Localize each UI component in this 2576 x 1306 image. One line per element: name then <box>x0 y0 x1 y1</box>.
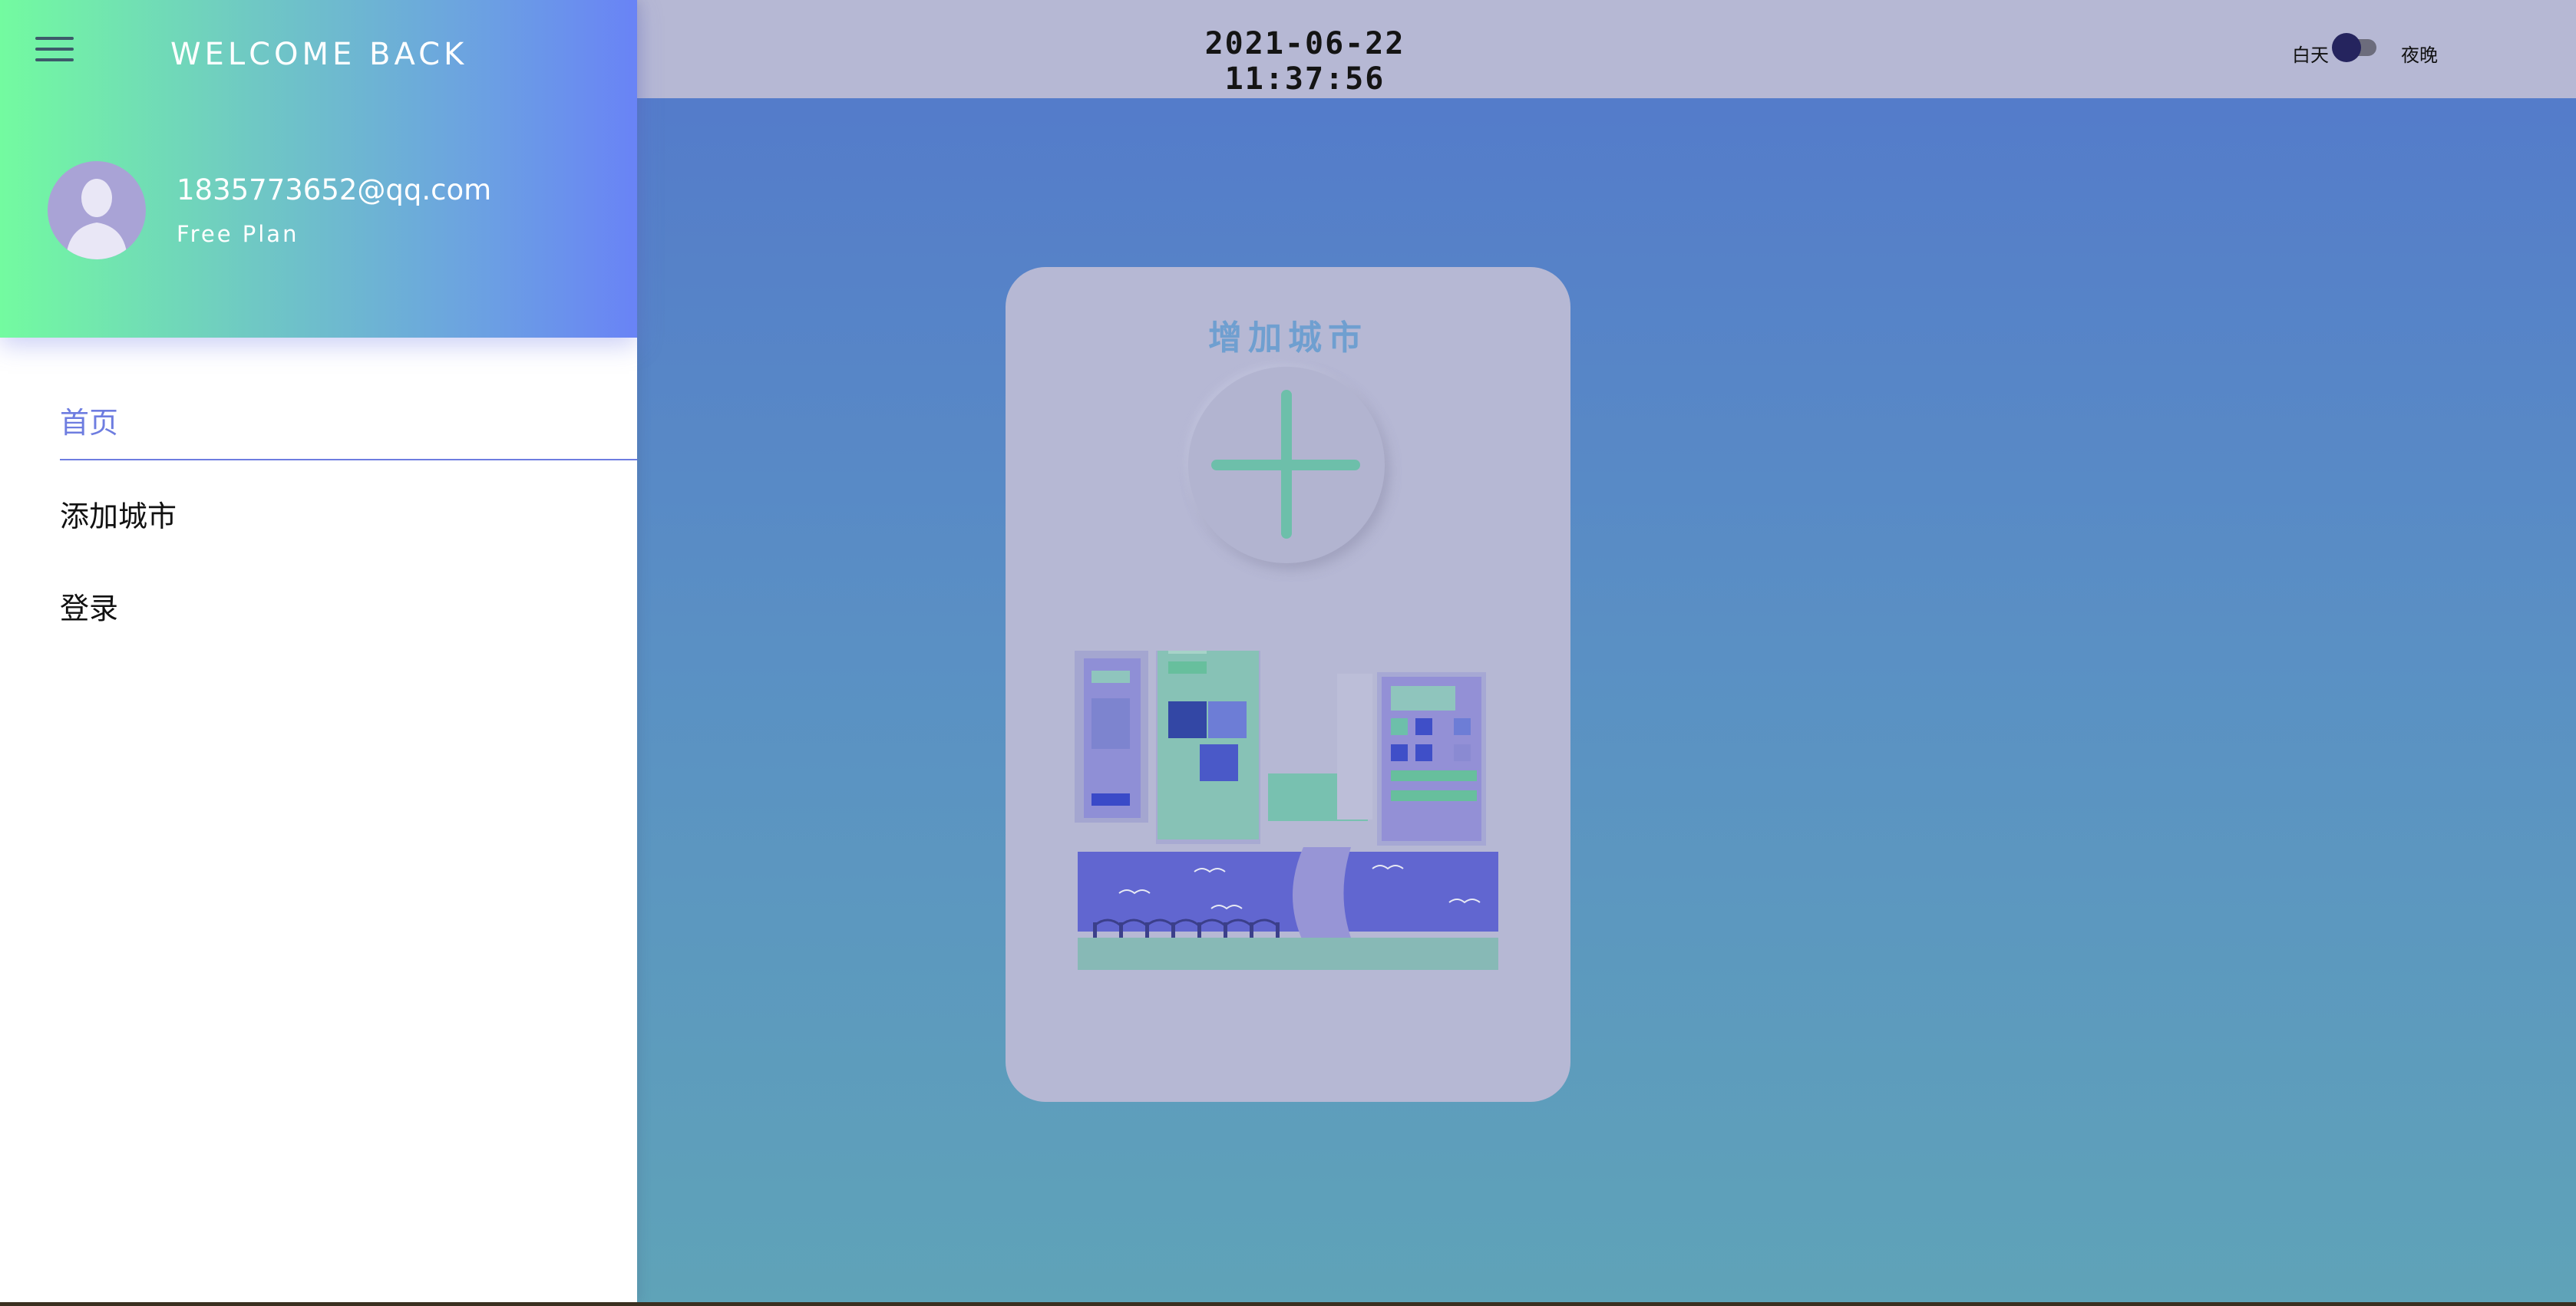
sidebar-item-add-city[interactable]: 添加城市 <box>60 493 177 535</box>
plus-icon <box>1211 390 1360 539</box>
bottom-edge <box>0 1302 2576 1306</box>
sidebar-item-home[interactable]: 首页 <box>60 399 118 441</box>
datetime-display: 2021-06-22 11:37:56 <box>1204 26 1405 97</box>
sidebar-item-login[interactable]: 登录 <box>60 585 118 627</box>
user-email: 1835773652@qq.com <box>177 173 492 206</box>
welcome-title: WELCOME BACK <box>170 37 468 72</box>
sidebar: WELCOME BACK 1835773652@qq.com Free Plan… <box>0 0 637 1302</box>
sidebar-header: WELCOME BACK 1835773652@qq.com Free Plan <box>0 0 637 338</box>
city-illustration <box>1075 651 1498 970</box>
add-city-button[interactable] <box>1188 367 1385 563</box>
main-area: 2021-06-22 11:37:56 白天 夜晚 增加城市 <box>637 0 2576 1302</box>
toggle-knob <box>2332 33 2361 62</box>
user-silhouette-icon <box>66 179 127 259</box>
top-bar: 2021-06-22 11:37:56 白天 夜晚 <box>637 0 2576 98</box>
user-plan: Free Plan <box>177 221 299 247</box>
night-mode-label: 夜晚 <box>2401 45 2438 66</box>
app-root: 2021-06-22 11:37:56 白天 夜晚 增加城市 WELCOME B… <box>0 0 2576 1306</box>
active-nav-underline <box>60 459 637 460</box>
avatar[interactable] <box>48 161 146 259</box>
card-title: 增加城市 <box>1208 318 1368 358</box>
day-night-toggle[interactable] <box>2332 33 2376 62</box>
add-city-card[interactable]: 增加城市 <box>1006 267 1570 1102</box>
hamburger-icon[interactable] <box>35 35 74 63</box>
day-mode-label: 白天 <box>2292 45 2329 66</box>
